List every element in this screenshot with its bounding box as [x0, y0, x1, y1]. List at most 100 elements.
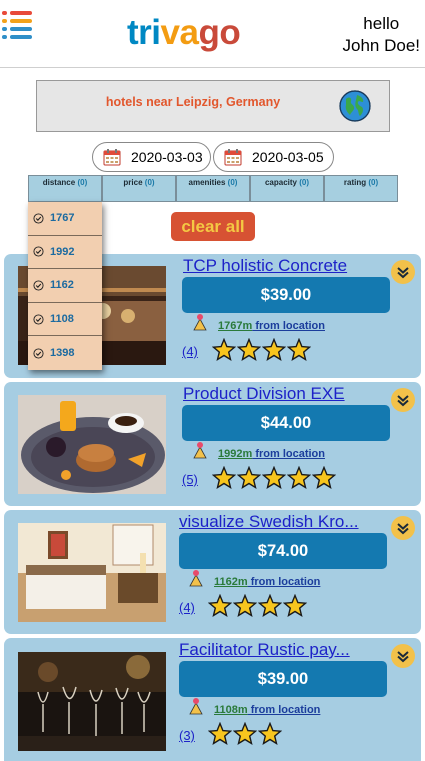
- distance-value: 1108m: [214, 704, 248, 716]
- review-count-link[interactable]: (4): [179, 600, 195, 616]
- rating-stars: [208, 722, 282, 748]
- distance-option[interactable]: 1767: [28, 202, 102, 236]
- distance-option[interactable]: 1992: [28, 236, 102, 270]
- hotel-name-link[interactable]: visualize Swedish Kro...: [179, 512, 359, 532]
- user-greeting: hello John Doe!: [343, 13, 421, 57]
- distance-option-label: 1108: [50, 313, 74, 326]
- distance-info[interactable]: 1162m from location: [214, 575, 320, 589]
- distance-value: 1162m: [214, 576, 248, 588]
- checkin-date-picker[interactable]: 2020-03-03: [92, 142, 211, 172]
- hotel-photo-room[interactable]: [18, 523, 166, 622]
- hotel-name-link[interactable]: Facilitator Rustic pay...: [179, 640, 350, 660]
- distance-label: from location: [247, 576, 321, 588]
- filter-count: (0): [227, 178, 238, 187]
- star-icon: [287, 466, 311, 489]
- filter-label: rating: [343, 178, 367, 187]
- distance-value: 1992m: [218, 448, 253, 460]
- hotel-photo-glasses[interactable]: [18, 652, 166, 751]
- globe-icon[interactable]: [339, 90, 371, 122]
- clear-all-button[interactable]: clear all: [171, 212, 255, 241]
- filter-count: (0): [144, 178, 155, 187]
- filter-tabs: distance (0) price (0) amenities (0) cap…: [28, 175, 398, 202]
- distance-option-label: 1162: [50, 279, 74, 292]
- check-circle-icon: [33, 314, 44, 325]
- hotel-name-link[interactable]: Product Division EXE: [183, 384, 345, 404]
- greeting-user-name: John Doe!: [342, 36, 421, 55]
- hamburger-menu-icon[interactable]: [2, 11, 34, 43]
- checkout-date: 2020-03-05: [252, 149, 324, 165]
- distance-filter-dropdown: 1767 1992 1162 1108 1398: [28, 202, 102, 370]
- distance-option[interactable]: 1162: [28, 269, 102, 303]
- search-query: hotels near Leipzig, Germany: [105, 95, 281, 109]
- distance-option-label: 1398: [50, 347, 75, 360]
- rating-stars: [212, 338, 311, 364]
- chevron-down-icon[interactable]: [391, 516, 415, 540]
- hotel-card[interactable]: Facilitator Rustic pay... $39.00 1108m f…: [4, 638, 421, 761]
- greeting-line-1: hello: [363, 14, 400, 33]
- star-icon: [262, 338, 286, 361]
- app-header: trivago hello John Doe!: [0, 0, 425, 68]
- star-icon: [258, 594, 282, 617]
- logo-part-3: go: [198, 13, 241, 52]
- calendar-icon: [224, 149, 242, 166]
- chevron-down-icon[interactable]: [391, 388, 415, 412]
- distance-label: from location: [247, 704, 321, 716]
- price-button[interactable]: $44.00: [182, 405, 390, 441]
- distance-info[interactable]: 1767m from location: [218, 319, 325, 333]
- star-icon: [258, 722, 282, 745]
- review-count-link[interactable]: (4): [182, 344, 198, 360]
- star-icon: [233, 594, 257, 617]
- price-button[interactable]: $74.00: [179, 533, 387, 569]
- filter-label: capacity: [264, 178, 297, 187]
- chevron-down-icon[interactable]: [391, 260, 415, 284]
- distance-label: from location: [252, 448, 325, 460]
- map-pin-icon: [193, 442, 207, 459]
- map-pin-icon: [189, 570, 203, 587]
- filter-tab-capacity[interactable]: capacity (0): [250, 175, 324, 202]
- star-icon: [237, 338, 261, 361]
- distance-info[interactable]: 1992m from location: [218, 447, 325, 461]
- chevron-down-icon[interactable]: [391, 644, 415, 668]
- search-box[interactable]: hotels near Leipzig, Germany: [36, 80, 390, 132]
- distance-info[interactable]: 1108m from location: [214, 703, 320, 717]
- distance-value: 1767m: [218, 320, 253, 332]
- star-icon: [237, 466, 261, 489]
- filter-count: (0): [299, 178, 310, 187]
- checkout-date-picker[interactable]: 2020-03-05: [213, 142, 334, 172]
- hotel-card[interactable]: Product Division EXE $44.00 1992m from l…: [4, 382, 421, 506]
- star-icon: [262, 466, 286, 489]
- star-icon: [312, 466, 336, 489]
- star-icon: [283, 594, 307, 617]
- filter-tab-rating[interactable]: rating (0): [324, 175, 398, 202]
- check-circle-icon: [33, 348, 44, 359]
- hotel-photo-breakfast[interactable]: [18, 395, 166, 494]
- rating-stars: [208, 594, 307, 620]
- filter-label: amenities: [188, 178, 226, 187]
- star-icon: [212, 466, 236, 489]
- logo-part-1: tri: [127, 13, 161, 52]
- price-button[interactable]: $39.00: [182, 277, 390, 313]
- trivago-logo[interactable]: trivago: [127, 12, 241, 54]
- calendar-icon: [103, 149, 121, 166]
- star-icon: [212, 338, 236, 361]
- checkin-date: 2020-03-03: [131, 149, 203, 165]
- map-pin-icon: [193, 314, 207, 331]
- filter-tab-amenities[interactable]: amenities (0): [176, 175, 250, 202]
- filter-label: distance: [42, 178, 76, 187]
- filter-tab-price[interactable]: price (0): [102, 175, 176, 202]
- distance-option[interactable]: 1108: [28, 303, 102, 337]
- star-icon: [233, 722, 257, 745]
- logo-part-2: va: [160, 13, 199, 52]
- check-circle-icon: [33, 213, 44, 224]
- distance-option[interactable]: 1398: [28, 336, 102, 370]
- distance-option-label: 1767: [50, 212, 75, 225]
- review-count-link[interactable]: (5): [182, 472, 198, 488]
- review-count-link[interactable]: (3): [179, 728, 195, 744]
- map-pin-icon: [189, 698, 203, 715]
- filter-count: (0): [77, 178, 88, 187]
- filter-tab-distance[interactable]: distance (0): [28, 175, 102, 202]
- hotel-card[interactable]: visualize Swedish Kro... $74.00 1162m fr…: [4, 510, 421, 634]
- check-circle-icon: [33, 280, 44, 291]
- price-button[interactable]: $39.00: [179, 661, 387, 697]
- hotel-name-link[interactable]: TCP holistic Concrete: [183, 256, 347, 276]
